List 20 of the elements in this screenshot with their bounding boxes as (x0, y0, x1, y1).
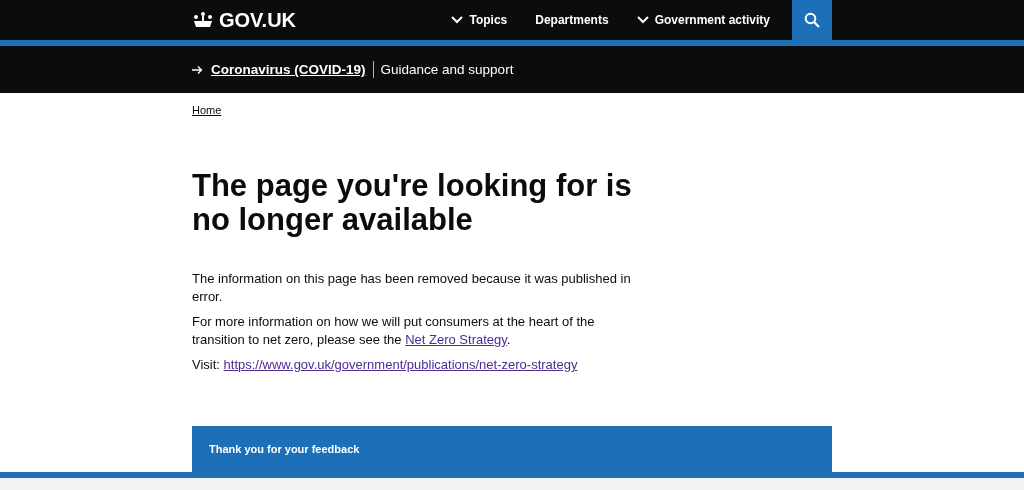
paragraph: For more information on how we will put consumers at the heart of the transition to net zero, please see the Net Zero Strategy. (192, 313, 596, 349)
paragraph: The information on this page has been removed because it was published in error. (192, 270, 632, 306)
govuk-logo[interactable]: GOV.UK (219, 8, 297, 32)
chevron-icon (451, 16, 464, 24)
search-icon (804, 12, 820, 28)
feedback-banner: Thank you for your feedback (192, 426, 832, 472)
nav-link[interactable]: Government activity (636, 13, 770, 27)
covid-link[interactable]: Coronavirus (COVID-19) (211, 62, 366, 77)
chevron-icon (636, 16, 649, 24)
search-button[interactable] (792, 0, 832, 40)
nav-link[interactable]: Departments (535, 13, 609, 27)
breadcrumb-link[interactable]: Home (192, 104, 222, 120)
arrow-right-icon (192, 64, 203, 75)
nav-link[interactable]: Topics (451, 13, 508, 27)
banner-text: Guidance and support (380, 62, 514, 77)
text-link[interactable]: https://www.gov.uk/government/publications/net-zero-strategy (223, 357, 578, 372)
crown-icon (192, 11, 214, 29)
paragraph: Visit: https://www.gov.uk/government/publications/net-zero-strategy (192, 356, 579, 374)
page-heading: The page you're looking for is no longer available (192, 169, 632, 237)
text-link[interactable]: Net Zero Strategy (405, 332, 507, 347)
